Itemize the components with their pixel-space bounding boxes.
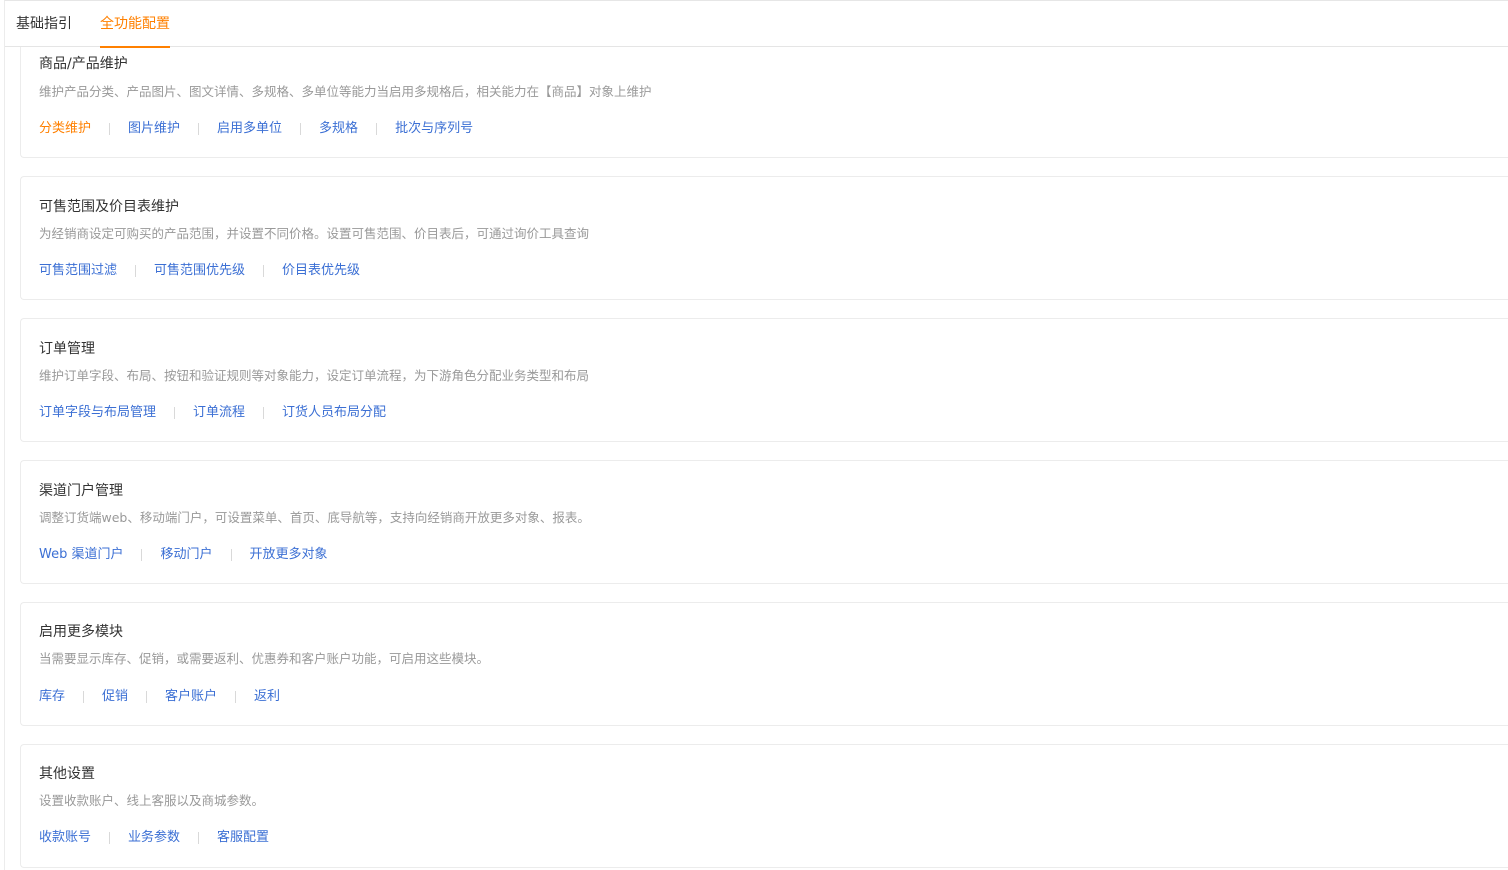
divider — [300, 123, 302, 135]
link-category[interactable]: 分类维护 — [39, 120, 91, 138]
section-title: 其他设置 — [39, 766, 95, 782]
link-orderer-layout[interactable]: 订货人员布局分配 — [282, 404, 386, 422]
section-other-settings: 其他设置 设置收款账户、线上客服以及商城参数。 收款账号 业务参数 客服配置 — [20, 744, 1508, 868]
link-range-filter[interactable]: 可售范围过滤 — [39, 262, 117, 280]
link-range-priority[interactable]: 可售范围优先级 — [154, 262, 245, 280]
section-title: 可售范围及价目表维护 — [39, 199, 179, 215]
link-mobile-portal[interactable]: 移动门户 — [160, 546, 212, 564]
link-multi-unit[interactable]: 启用多单位 — [217, 120, 282, 138]
section-links: 分类维护 图片维护 启用多单位 多规格 批次与序列号 — [39, 120, 473, 138]
section-title: 启用更多模块 — [39, 624, 123, 640]
section-title: 订单管理 — [39, 341, 95, 357]
link-order-flow[interactable]: 订单流程 — [193, 404, 245, 422]
link-batch-serial[interactable]: 批次与序列号 — [395, 120, 473, 138]
divider — [109, 832, 111, 844]
link-customer-service[interactable]: 客服配置 — [217, 829, 269, 847]
divider — [235, 691, 237, 703]
link-web-portal[interactable]: Web 渠道门户 — [39, 546, 123, 564]
link-open-objects[interactable]: 开放更多对象 — [250, 546, 328, 564]
link-rebate[interactable]: 返利 — [254, 688, 280, 706]
divider — [83, 691, 85, 703]
divider — [376, 123, 378, 135]
link-pricelist-priority[interactable]: 价目表优先级 — [282, 262, 360, 280]
link-inventory[interactable]: 库存 — [39, 688, 65, 706]
config-page: 基础指引 全功能配置 商品/产品维护 维护产品分类、产品图片、图文详情、多规格、… — [4, 0, 1508, 870]
section-links: 可售范围过滤 可售范围优先级 价目表优先级 — [39, 262, 360, 280]
section-desc: 设置收款账户、线上客服以及商城参数。 — [39, 793, 265, 808]
section-title: 渠道门户管理 — [39, 483, 123, 499]
section-desc: 调整订货端web、移动端门户，可设置菜单、首页、底导航等，支持向经销商开放更多对… — [39, 510, 590, 525]
section-links: 收款账号 业务参数 客服配置 — [39, 829, 269, 847]
section-desc: 维护订单字段、布局、按钮和验证规则等对象能力，设定订单流程，为下游角色分配业务类… — [39, 368, 590, 383]
section-order-management: 订单管理 维护订单字段、布局、按钮和验证规则等对象能力，设定订单流程，为下游角色… — [20, 318, 1508, 442]
top-tabs: 基础指引 全功能配置 — [5, 1, 1508, 48]
section-product: 商品/产品维护 维护产品分类、产品图片、图文详情、多规格、多单位等能力当启用多规… — [20, 41, 1508, 158]
link-promotion[interactable]: 促销 — [102, 688, 128, 706]
section-channel-portal: 渠道门户管理 调整订货端web、移动端门户，可设置菜单、首页、底导航等，支持向经… — [20, 460, 1508, 584]
section-desc: 维护产品分类、产品图片、图文详情、多规格、多单位等能力当启用多规格后，相关能力在… — [39, 84, 652, 99]
link-order-fields-layout[interactable]: 订单字段与布局管理 — [39, 404, 156, 422]
divider — [146, 691, 148, 703]
section-links: 订单字段与布局管理 订单流程 订货人员布局分配 — [39, 404, 386, 422]
link-images[interactable]: 图片维护 — [128, 120, 180, 138]
divider — [174, 407, 176, 419]
section-desc: 为经销商设定可购买的产品范围，并设置不同价格。设置可售范围、价目表后，可通过询价… — [39, 226, 590, 241]
divider — [263, 407, 265, 419]
tab-basic-guide[interactable]: 基础指引 — [16, 14, 72, 47]
divider — [230, 549, 232, 561]
section-title: 商品/产品维护 — [39, 56, 128, 72]
divider — [263, 265, 265, 277]
divider — [198, 123, 200, 135]
divider — [109, 123, 111, 135]
divider — [135, 265, 137, 277]
section-desc: 当需要显示库存、促销，或需要返利、优惠券和客户账户功能，可启用这些模块。 — [39, 651, 490, 666]
tab-full-config[interactable]: 全功能配置 — [100, 14, 170, 48]
link-business-params[interactable]: 业务参数 — [128, 829, 180, 847]
divider — [141, 549, 143, 561]
section-more-modules: 启用更多模块 当需要显示库存、促销，或需要返利、优惠券和客户账户功能，可启用这些… — [20, 602, 1508, 726]
link-payment-account[interactable]: 收款账号 — [39, 829, 91, 847]
section-sales-range: 可售范围及价目表维护 为经销商设定可购买的产品范围，并设置不同价格。设置可售范围… — [20, 176, 1508, 300]
section-links: 库存 促销 客户账户 返利 — [39, 688, 280, 706]
section-links: Web 渠道门户 移动门户 开放更多对象 — [39, 546, 328, 564]
link-customer-account[interactable]: 客户账户 — [165, 688, 217, 706]
divider — [198, 832, 200, 844]
link-multi-spec[interactable]: 多规格 — [319, 120, 358, 138]
